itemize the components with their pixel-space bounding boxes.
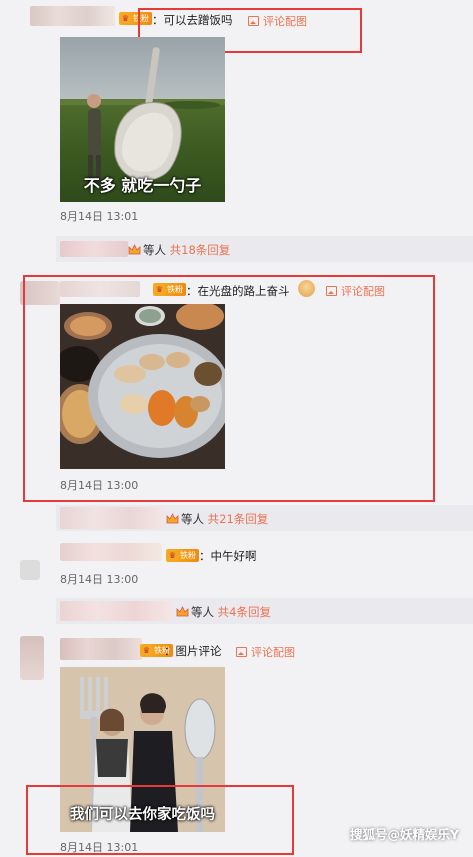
comment-picture-link[interactable]: 评论配图 xyxy=(236,644,295,660)
crown-icon: ♛ xyxy=(166,549,179,562)
crown-icon: ♛ xyxy=(140,644,153,657)
crown-icon xyxy=(176,606,189,617)
comment-image[interactable]: 不多 就吃一勺子 xyxy=(60,37,225,202)
highlight-box xyxy=(26,785,294,855)
crown-icon: ♛ xyxy=(119,12,132,25)
comment-time: 8月14日 13:00 xyxy=(60,573,139,586)
blurred-username xyxy=(60,543,162,561)
crown-icon xyxy=(166,513,179,524)
highlight-box xyxy=(23,275,435,502)
replies-summary[interactable]: 等人 共21条回复 xyxy=(166,511,268,527)
comment-text: ：图片评论 xyxy=(164,644,222,658)
image-icon xyxy=(236,647,247,657)
avatar[interactable] xyxy=(20,560,40,580)
avatar[interactable] xyxy=(20,636,44,680)
blurred-username xyxy=(60,638,142,660)
watermark: 搜狐号@妖精娱乐Y xyxy=(349,827,459,842)
blurred-username xyxy=(60,507,164,529)
comment-time: 8月14日 13:01 xyxy=(60,210,139,223)
replies-bar[interactable] xyxy=(56,236,473,262)
blurred-username xyxy=(60,601,172,621)
comment-text: ：中午好啊 xyxy=(199,549,257,563)
replies-summary[interactable]: 等人 共18条回复 xyxy=(128,242,230,258)
fan-badge: ♛ 铁粉 xyxy=(166,549,199,562)
replies-summary[interactable]: 等人 共4条回复 xyxy=(176,604,271,620)
blurred-username xyxy=(60,241,128,257)
crown-icon xyxy=(128,244,141,255)
image-caption: 不多 就吃一勺子 xyxy=(83,176,202,195)
blurred-username xyxy=(30,6,115,26)
